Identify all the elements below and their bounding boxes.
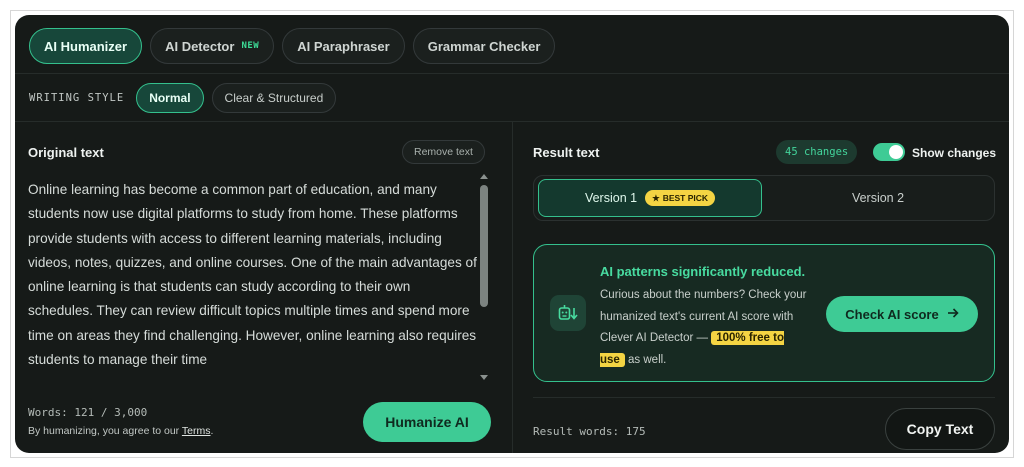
tab-label: AI Paraphraser (297, 38, 390, 54)
style-option-clear-structured[interactable]: Clear & Structured (211, 83, 337, 113)
terms-notice: By humanizing, you agree to our Terms. (28, 425, 213, 437)
text-scrollbar[interactable] (478, 174, 490, 380)
screenshot-frame: AI Humanizer AI Detector NEW AI Paraphra… (10, 10, 1014, 458)
scroll-up-icon[interactable] (480, 174, 488, 179)
version-label: Version 1 (584, 191, 638, 205)
promo-title: AI patterns significantly reduced. (600, 264, 806, 279)
tab-ai-humanizer[interactable]: AI Humanizer (29, 28, 143, 64)
style-option-label: Normal (149, 91, 191, 105)
writing-style-row: WRITING STYLE Normal Clear & Structured (29, 83, 337, 113)
divider (533, 397, 995, 398)
scroll-down-icon[interactable] (480, 375, 488, 380)
arrow-right-icon (947, 307, 959, 322)
tab-label: AI Humanizer (44, 38, 128, 54)
writing-style-label: WRITING STYLE (29, 92, 125, 104)
best-pick-badge: ★ BEST PICK (645, 190, 716, 206)
original-text-area[interactable]: Online learning has become a common part… (28, 178, 478, 378)
humanize-ai-button[interactable]: Humanize AI (363, 402, 491, 442)
show-changes-toggle[interactable] (873, 143, 905, 161)
version-selector: Version 1 ★ BEST PICK Version 2 (533, 175, 995, 221)
terms-link[interactable]: Terms (182, 425, 211, 437)
result-word-count: Result words: 175 (533, 425, 646, 438)
word-count: Words: 121 / 3,000 (28, 406, 148, 419)
promo-suffix: as well. (624, 353, 667, 366)
ai-score-promo-card: AI patterns significantly reduced. Curio… (533, 244, 995, 382)
original-text-panel: Original text Remove text Online learnin… (15, 121, 512, 453)
check-ai-score-button[interactable]: Check AI score (826, 296, 978, 332)
original-text-title: Original text (28, 145, 104, 160)
tab-grammar-checker[interactable]: Grammar Checker (412, 28, 556, 64)
terms-suffix: . (210, 425, 214, 437)
divider (15, 73, 1009, 74)
tab-ai-detector[interactable]: AI Detector NEW (150, 28, 275, 64)
tab-ai-paraphraser[interactable]: AI Paraphraser (282, 28, 405, 64)
toggle-knob (889, 145, 903, 159)
version-2-tab[interactable]: Version 2 (766, 179, 990, 217)
promo-body: Curious about the numbers? Check your hu… (600, 285, 810, 371)
humanizer-app: AI Humanizer AI Detector NEW AI Paraphra… (15, 15, 1009, 453)
remove-text-button[interactable]: Remove text (402, 140, 485, 164)
version-1-tab[interactable]: Version 1 ★ BEST PICK (538, 179, 762, 217)
style-option-label: Clear & Structured (224, 91, 324, 105)
check-ai-score-label: Check AI score (845, 306, 939, 322)
robot-download-icon (550, 295, 586, 331)
terms-prefix: By humanizing, you agree to our (28, 425, 182, 437)
tool-tabs: AI Humanizer AI Detector NEW AI Paraphra… (29, 28, 556, 64)
changes-badge: 45 changes (776, 140, 858, 164)
star-icon: ★ (652, 192, 660, 203)
show-changes-label: Show changes (912, 146, 997, 160)
scroll-thumb[interactable] (480, 185, 488, 307)
result-text-title: Result text (533, 145, 600, 160)
result-text-panel: Result text 45 changes Show changes Vers… (513, 121, 1009, 453)
tab-label: Grammar Checker (427, 38, 541, 54)
version-label: Version 2 (851, 191, 905, 205)
tab-label: AI Detector (165, 38, 235, 54)
style-option-normal[interactable]: Normal (136, 83, 204, 113)
best-pick-label: BEST PICK (662, 193, 709, 203)
copy-text-button[interactable]: Copy Text (885, 408, 995, 450)
new-badge: NEW (241, 41, 260, 51)
